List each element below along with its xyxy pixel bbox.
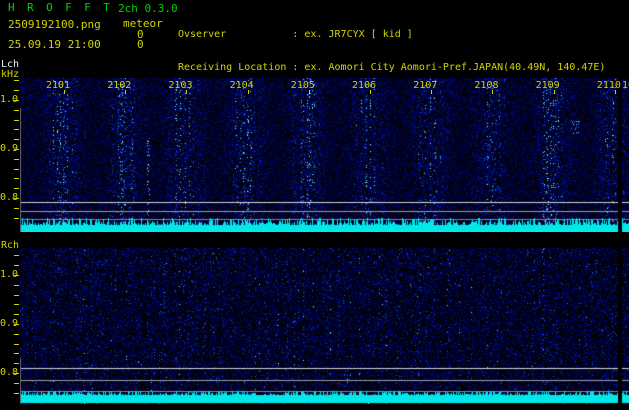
freq-tick-mark: [14, 208, 19, 209]
time-label: 2104: [229, 80, 254, 91]
time-tick-mark: [247, 90, 249, 94]
freq-tick-mark: [14, 363, 19, 364]
freq-tick-label: 0.8: [0, 192, 19, 203]
rch-spectrogram: [20, 248, 629, 404]
freq-tick-mark: [14, 314, 19, 315]
freq-tick-label: 0.9: [0, 318, 19, 329]
freq-tick-mark: [14, 383, 19, 384]
freq-tick-mark: [14, 304, 19, 305]
output-filename: 2509192100.png: [8, 18, 101, 31]
time-label: 2101: [46, 80, 71, 91]
time-label: 2105: [290, 80, 315, 91]
lch-spectrogram: [20, 78, 629, 232]
freq-tick-mark: [14, 159, 19, 160]
freq-tick-label: 1.0: [0, 94, 19, 105]
partial-time-label: 10: [622, 80, 629, 91]
freq-tick-mark: [14, 218, 19, 219]
app-version: 2ch 0.3.0: [118, 2, 178, 15]
observation-datetime: 25.09.19 21:00: [8, 38, 101, 51]
freq-tick-mark: [14, 295, 19, 296]
time-tick-mark: [370, 90, 371, 94]
freq-tick-mark: [14, 120, 19, 121]
time-label: 2102: [107, 80, 132, 91]
time-label: 2108: [474, 80, 499, 91]
freq-tick-label: 0.9: [0, 143, 19, 154]
rch-panel-label: Rch: [1, 240, 20, 251]
time-label: 2110: [596, 80, 621, 91]
freq-tick-mark: [14, 129, 19, 130]
freq-tick-mark: [14, 90, 19, 91]
freq-tick-mark: [14, 110, 19, 111]
time-tick-mark: [553, 90, 555, 94]
location-line: Receiving Location : ex. Aomori City Aom…: [178, 62, 606, 73]
freq-tick-mark: [14, 255, 19, 256]
freq-tick-mark: [14, 80, 19, 81]
freq-axis-unit-label: kHz: [1, 69, 20, 80]
app-title: H R O F F T: [8, 1, 113, 14]
freq-tick-mark: [14, 139, 19, 140]
time-tick-mark: [431, 90, 433, 94]
time-label: 2103: [168, 80, 193, 91]
time-label: 2107: [413, 80, 438, 91]
freq-tick-mark: [14, 169, 19, 170]
freq-tick-mark: [14, 285, 19, 286]
time-label: 2109: [535, 80, 560, 91]
time-tick-mark: [492, 90, 494, 94]
freq-tick-mark: [14, 188, 19, 189]
time-tick-mark: [64, 90, 65, 94]
freq-tick-mark: [14, 393, 19, 394]
freq-tick-mark: [14, 265, 19, 266]
freq-tick-mark: [14, 353, 19, 354]
freq-tick-mark: [14, 344, 19, 345]
hrofft-screen: H R O F F T 2ch 0.3.0 2509192100.png met…: [0, 0, 629, 410]
freq-tick-mark: [14, 334, 19, 335]
time-tick-mark: [186, 90, 188, 94]
freq-tick-mark: [14, 178, 19, 179]
meteor-count-2: 0: [137, 38, 144, 51]
time-label: 2106: [352, 80, 377, 91]
observer-line: Ovserver : ex. JR7CYX [ kid ]: [178, 29, 413, 40]
time-tick-mark: [614, 90, 616, 94]
time-tick-mark: [125, 90, 127, 94]
freq-tick-label: 1.0: [0, 269, 19, 280]
time-tick-mark: [308, 90, 310, 94]
freq-tick-label: 0.8: [0, 367, 19, 378]
